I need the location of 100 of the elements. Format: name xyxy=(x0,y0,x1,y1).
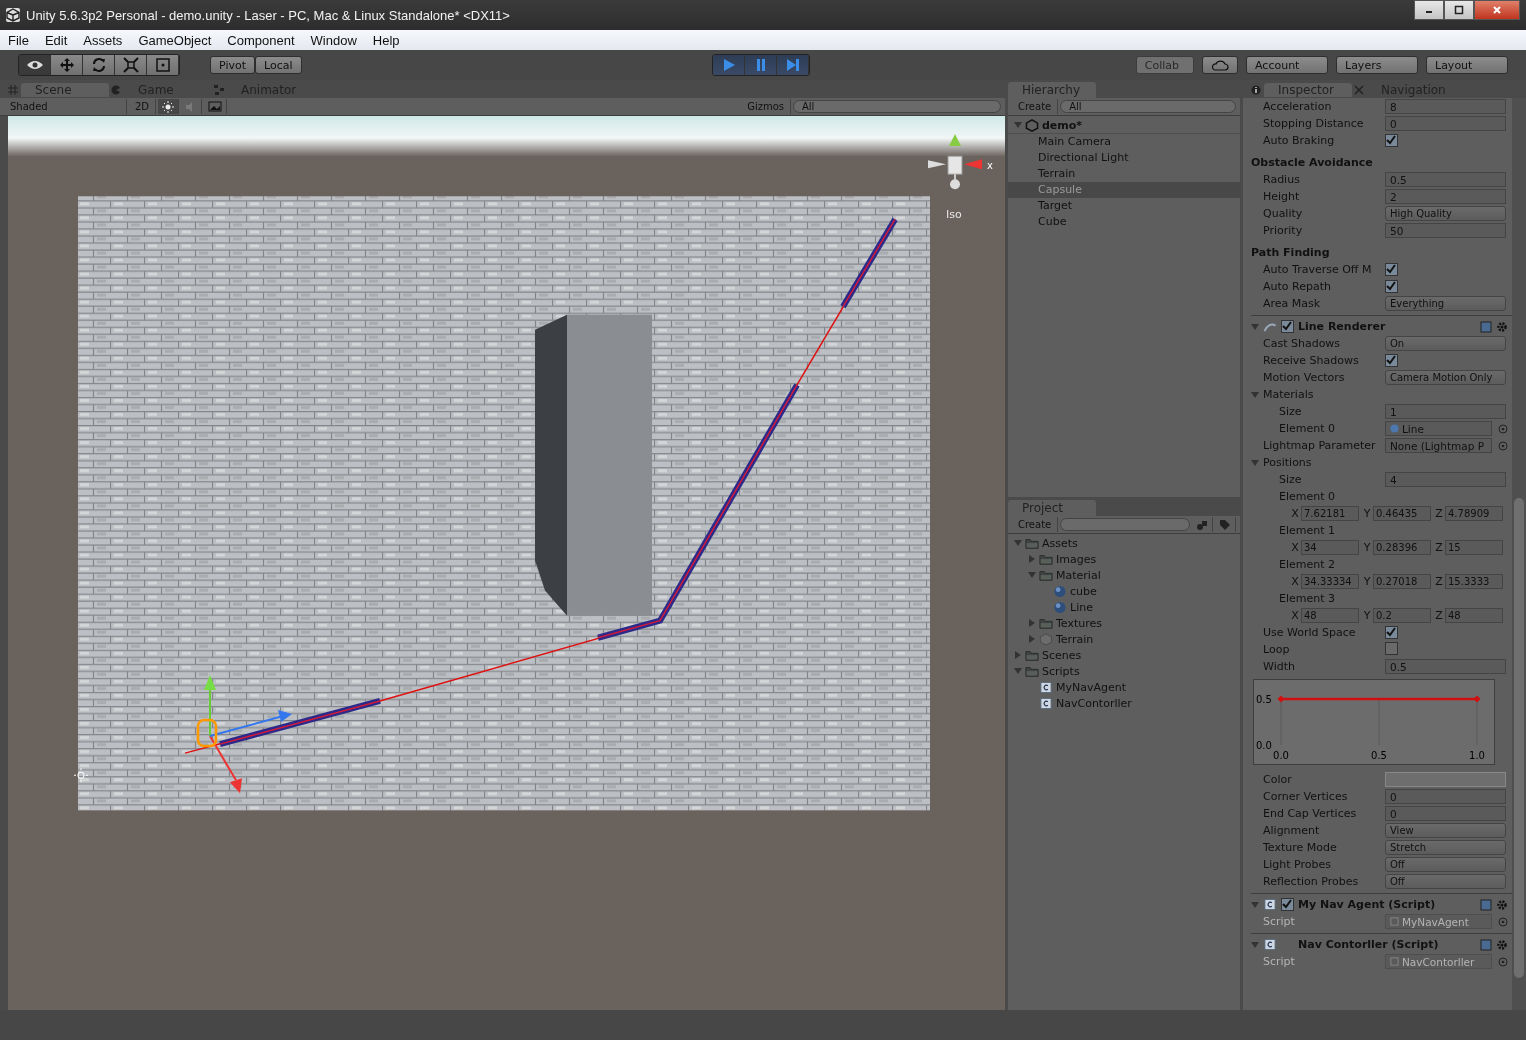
project-item[interactable]: MyNavAgent xyxy=(1056,680,1127,694)
expand-arrow-icon[interactable] xyxy=(1251,900,1259,909)
expand-arrow-icon[interactable] xyxy=(1014,667,1022,675)
project-item[interactable]: NavContorller xyxy=(1056,696,1132,710)
tool-button[interactable] xyxy=(51,55,83,75)
project-item[interactable]: cube xyxy=(1070,584,1097,598)
number-field[interactable]: 7.62181 xyxy=(1301,506,1359,521)
number-field[interactable]: 15.3333 xyxy=(1445,574,1503,589)
project-search-field[interactable] xyxy=(1060,518,1190,531)
project-item[interactable]: Images xyxy=(1056,552,1097,566)
projection-label[interactable]: Iso xyxy=(946,208,962,221)
dropdown[interactable]: High Quality xyxy=(1385,206,1506,221)
hierarchy-item[interactable]: Cube xyxy=(1008,214,1240,230)
menu-item[interactable]: Component xyxy=(227,32,295,48)
scene-search-field[interactable]: All xyxy=(793,100,1001,113)
tool-button[interactable] xyxy=(83,55,115,75)
project-item[interactable]: Line xyxy=(1070,600,1093,614)
menu-item[interactable]: Help xyxy=(372,32,400,48)
expand-arrow-icon[interactable] xyxy=(1028,571,1036,579)
checkbox[interactable] xyxy=(1385,641,1398,655)
number-field[interactable]: 0 xyxy=(1385,806,1506,821)
project-item[interactable]: Terrain xyxy=(1056,632,1094,646)
checkbox[interactable] xyxy=(1385,353,1398,367)
expand-arrow-icon[interactable] xyxy=(1028,555,1036,563)
project-item[interactable]: Textures xyxy=(1056,616,1102,630)
number-field[interactable]: 34 xyxy=(1301,540,1359,555)
lighting-toggle[interactable] xyxy=(158,99,180,114)
number-field[interactable]: 4.78909 xyxy=(1445,506,1503,521)
expand-arrow-icon[interactable] xyxy=(1251,322,1259,331)
number-field[interactable]: 15 xyxy=(1445,540,1503,555)
number-field[interactable]: 0 xyxy=(1385,789,1506,804)
checkbox[interactable] xyxy=(1385,262,1398,276)
number-field[interactable]: 0 xyxy=(1385,116,1506,131)
project-item[interactable]: Assets xyxy=(1042,536,1078,550)
project-item[interactable]: Scenes xyxy=(1042,648,1082,662)
menu-item[interactable]: GameObject xyxy=(138,32,212,48)
object-picker-icon[interactable] xyxy=(1498,956,1508,967)
cloud-button[interactable] xyxy=(1202,56,1238,74)
object-picker-icon[interactable] xyxy=(1498,423,1508,434)
object-picker-icon[interactable] xyxy=(1498,440,1508,451)
expand-arrow-icon[interactable] xyxy=(1251,390,1259,399)
dropdown[interactable]: Stretch xyxy=(1385,840,1506,855)
number-field[interactable]: 48 xyxy=(1445,608,1503,623)
hierarchy-item[interactable]: Target xyxy=(1008,198,1240,214)
object-picker-icon[interactable] xyxy=(1498,916,1508,927)
gear-icon[interactable] xyxy=(1496,938,1508,951)
layers-dropdown[interactable]: Layers xyxy=(1336,56,1418,74)
enable-checkbox[interactable] xyxy=(1281,898,1294,911)
color-field[interactable] xyxy=(1385,772,1506,787)
view-tab[interactable]: Scene xyxy=(21,83,109,97)
account-dropdown[interactable]: Account xyxy=(1246,56,1328,74)
menu-item[interactable]: Window xyxy=(310,32,357,48)
expand-arrow-icon[interactable] xyxy=(1251,940,1259,949)
tool-button[interactable] xyxy=(115,55,147,75)
maximize-button[interactable] xyxy=(1444,0,1474,20)
number-field[interactable]: 0.28396 xyxy=(1373,540,1431,555)
tool-button[interactable] xyxy=(19,55,51,75)
dropdown[interactable]: Off xyxy=(1385,857,1506,872)
menu-item[interactable]: Assets xyxy=(83,32,123,48)
pivot-button[interactable]: Pivot xyxy=(210,56,255,74)
number-field[interactable]: 8 xyxy=(1385,99,1506,114)
expand-arrow-icon[interactable] xyxy=(1028,619,1036,627)
menu-item[interactable]: File xyxy=(8,32,29,48)
layout-dropdown[interactable]: Layout xyxy=(1426,56,1508,74)
gear-icon[interactable] xyxy=(1496,320,1508,333)
dropdown[interactable]: Off xyxy=(1385,874,1506,889)
help-book-icon[interactable] xyxy=(1480,320,1492,333)
minimize-button[interactable] xyxy=(1414,0,1444,20)
checkbox[interactable] xyxy=(1385,279,1398,293)
dropdown[interactable]: Everything xyxy=(1385,296,1506,311)
dropdown[interactable]: View xyxy=(1385,823,1506,838)
number-field[interactable]: 34.33334 xyxy=(1301,574,1359,589)
expand-arrow-icon[interactable] xyxy=(1014,539,1022,547)
object-field[interactable]: Line xyxy=(1385,421,1492,436)
number-field[interactable]: 50 xyxy=(1385,223,1506,238)
local-button[interactable]: Local xyxy=(255,56,302,74)
number-field[interactable]: 0.5 xyxy=(1385,659,1506,674)
checkbox[interactable] xyxy=(1385,133,1398,147)
scrollbar[interactable] xyxy=(1512,98,1526,1010)
object-field[interactable]: None (Lightmap P xyxy=(1385,438,1492,453)
expand-arrow-icon[interactable] xyxy=(1028,635,1036,643)
hierarchy-item[interactable]: Capsule xyxy=(1008,182,1240,198)
inspector-tab[interactable]: Inspector xyxy=(1264,83,1352,97)
checkbox[interactable] xyxy=(1385,625,1398,639)
help-book-icon[interactable] xyxy=(1480,938,1492,951)
menu-item[interactable]: Edit xyxy=(44,32,68,48)
project-item[interactable]: Material xyxy=(1056,568,1101,582)
hierarchy-search-field[interactable]: All xyxy=(1060,100,1236,113)
help-book-icon[interactable] xyxy=(1480,898,1492,911)
hierarchy-item[interactable]: Main Camera xyxy=(1008,134,1240,150)
hierarchy-item[interactable]: Terrain xyxy=(1008,166,1240,182)
play-button[interactable] xyxy=(713,55,745,75)
expand-arrow-icon[interactable] xyxy=(1014,651,1022,659)
expand-arrow-icon[interactable] xyxy=(1251,458,1259,467)
gear-icon[interactable] xyxy=(1496,898,1508,911)
number-field[interactable]: 0.46435 xyxy=(1373,506,1431,521)
number-field[interactable]: 0.2 xyxy=(1373,608,1431,623)
number-field[interactable]: 0.5 xyxy=(1385,172,1506,187)
tool-button[interactable] xyxy=(147,55,179,75)
number-field[interactable]: 48 xyxy=(1301,608,1359,623)
